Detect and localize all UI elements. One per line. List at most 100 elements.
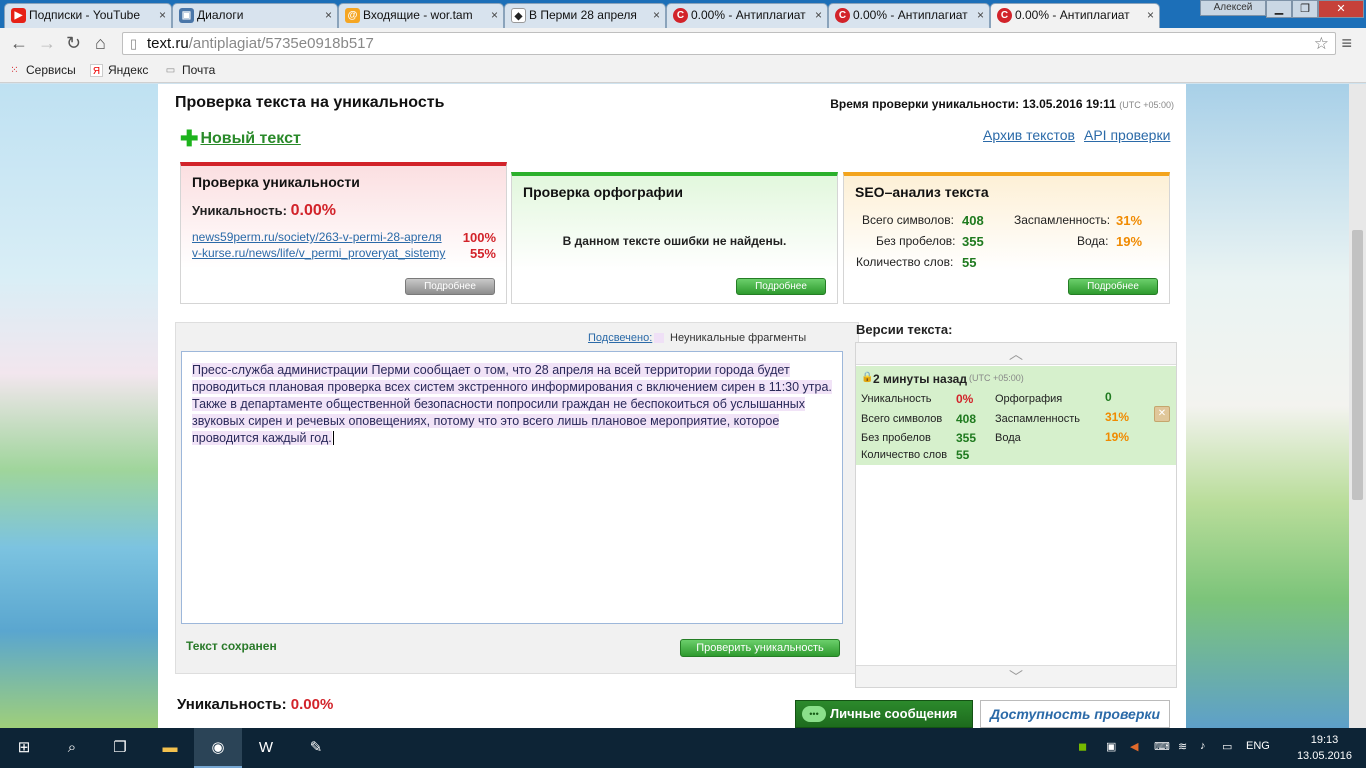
nonunique-legend: Неуникальные фрагменты [670,332,807,344]
profile-button[interactable]: Алексей [1200,0,1266,16]
speaker-icon[interactable]: ♪ [1200,740,1206,752]
seo-box: SEO–анализ текста Всего символов: 408 Бе… [843,172,1170,304]
uniqueness-box: Проверка уникальности Уникальность: 0.00… [180,162,507,304]
tab-label: 0.00% - Антиплагиат [853,8,968,22]
bookmark-label: Сервисы [26,63,76,77]
back-icon[interactable]: ← [10,33,28,54]
close-icon[interactable]: × [491,4,498,26]
close-icon[interactable]: × [159,4,166,26]
browser-tab-antiplagiat-active[interactable]: C 0.00% - Антиплагиат × [990,3,1160,28]
seo-details-button[interactable]: Подробнее [1068,278,1158,295]
close-icon[interactable]: × [653,4,660,26]
bookmark-label: Почта [182,63,216,77]
highlight-link[interactable]: Подсвечено: [588,332,652,344]
forward-icon[interactable]: → [38,33,56,54]
api-link[interactable]: API проверки [1084,127,1170,143]
home-icon[interactable]: ⌂ [95,33,106,54]
minimize-icon[interactable]: ▁ [1266,0,1292,18]
tab-label: 0.00% - Антиплагиат [691,8,806,22]
close-icon[interactable]: × [1147,4,1154,26]
textru-icon: C [997,8,1012,23]
check-time-utc: (UTC +05:00) [1119,100,1174,110]
tab-label: 0.00% - Антиплагиат [1015,8,1130,22]
close-icon[interactable]: × [815,4,822,26]
message-icon[interactable]: ▭ [1222,740,1232,753]
chrome-icon[interactable]: ◉ [194,728,242,768]
language-indicator[interactable]: ENG [1246,740,1270,752]
text-line: звуковых сирен и речевых оповещениях, по… [192,414,780,428]
textru-icon: C [673,8,688,23]
clock[interactable]: 19:13 13.05.2016 [1297,732,1352,764]
version-time: 2 минуты назад [873,372,967,386]
browser-tab-dialogs[interactable]: ▣ Диалоги × [172,3,338,28]
close-window-icon[interactable]: ✕ [1318,0,1364,18]
check-uniqueness-button[interactable]: Проверить уникальность [680,639,840,657]
chat-bubble-icon: ••• [802,706,826,722]
archive-link[interactable]: Архив текстов [983,127,1075,143]
seo-label: Вода: [1077,234,1109,248]
text-editor-panel: Подсвечено: Неуникальные фрагменты Пресс… [175,322,859,674]
version-value: 0 [1105,390,1112,404]
address-bar[interactable]: ▯ text.ru/antiplagiat/5735e0918b517 ☆ [122,32,1336,55]
check-time-label: Время проверки уникальности: 13.05.2016 … [830,97,1116,111]
source-link[interactable]: v-kurse.ru/news/life/v_permi_proveryat_s… [192,246,447,260]
version-value: 19% [1105,430,1130,444]
browser-tab-youtube[interactable]: ▶ Подписки - YouTube × [4,3,172,28]
search-icon[interactable]: ⌕ [48,728,96,768]
mail-icon: @ [345,8,360,23]
tab-label: Подписки - YouTube [29,8,141,22]
restore-icon[interactable]: ❐ [1292,0,1318,18]
background-scenery-right [1186,84,1366,728]
page-icon: ▯ [130,36,138,51]
volume-muted-icon[interactable]: ◀ [1130,740,1138,753]
wifi-icon[interactable]: ≋ [1178,740,1187,753]
uniqueness-label: Уникальность: 0.00% [192,202,336,219]
task-view-icon[interactable]: ❐ [96,728,144,768]
bookmark-star-icon[interactable]: ☆ [1314,33,1329,54]
bookmark-mail[interactable]: ▭ Почта [164,59,216,81]
bottom-uniqueness-label: Уникальность: [177,696,287,713]
spelling-details-button[interactable]: Подробнее [736,278,826,295]
version-label: Уникальность [861,393,932,405]
world-of-tanks-icon[interactable]: W [242,728,290,768]
version-item[interactable]: 🔒 2 минуты назад (UTC +05:00) Уникальнос… [856,366,1176,465]
version-label: Заспамленность [995,413,1080,425]
close-icon[interactable]: × [977,4,984,26]
windows-taskbar: ⊞ ⌕ ❐ ▬ ◉ W ✎ ◼ ▣ ◀ ⌨ ≋ ♪ ▭ ENG 19:13 13… [0,728,1366,768]
menu-icon[interactable]: ≡ [1341,33,1352,54]
scroll-down-icon[interactable]: ﹀ [856,665,1176,687]
bookmark-yandex[interactable]: Я Яндекс [90,59,148,81]
browser-tab-mail[interactable]: @ Входящие - wor.tam × [338,3,504,28]
bottom-uniqueness-value: 0.00% [290,696,334,713]
uniqueness-details-button[interactable]: Подробнее [405,278,495,295]
bookmark-services[interactable]: ⁙ Сервисы [8,59,76,81]
uniqueness-value: 0.00% [290,202,336,219]
browser-tab-antiplagiat-1[interactable]: C 0.00% - Антиплагиат × [666,3,828,28]
file-explorer-icon[interactable]: ▬ [146,728,194,768]
scroll-up-icon[interactable]: ︿ [856,343,1176,365]
browser-tab-antiplagiat-2[interactable]: C 0.00% - Антиплагиат × [828,3,990,28]
yandex-icon: Я [90,64,103,77]
network-icon[interactable]: ▣ [1106,740,1116,753]
browser-tab-news[interactable]: ◆ В Перми 28 апреля × [504,3,666,28]
version-utc: (UTC +05:00) [969,373,1024,383]
version-value: 408 [956,412,977,426]
new-text-link[interactable]: ✚ Новый текст [180,128,301,150]
browser-tab-strip: ▶ Подписки - YouTube × ▣ Диалоги × @ Вхо… [0,0,1366,28]
availability-button[interactable]: Доступность проверки [980,700,1170,728]
textru-icon: C [835,8,850,23]
delete-version-icon[interactable]: ✕ [1154,406,1170,422]
paint-icon[interactable]: ✎ [292,728,340,768]
clock-date: 13.05.2016 [1296,750,1352,762]
source-link[interactable]: news59perm.ru/society/263-v-permi-28-apr… [192,230,447,244]
reload-icon[interactable]: ↻ [66,33,81,54]
bookmark-label: Яндекс [108,63,149,77]
close-icon[interactable]: × [325,4,332,26]
scrollbar-thumb[interactable] [1352,230,1363,500]
windows-start-icon[interactable]: ⊞ [0,728,48,768]
tab-label: В Перми 28 апреля [529,8,637,22]
keyboard-icon[interactable]: ⌨ [1154,740,1170,753]
text-input-area[interactable]: Пресс-служба администрации Перми сообщае… [181,351,843,624]
nvidia-icon[interactable]: ◼ [1078,740,1087,753]
folder-icon: ▭ [165,65,176,76]
